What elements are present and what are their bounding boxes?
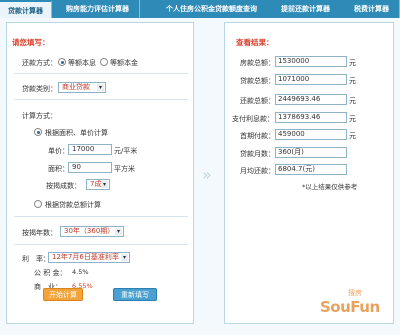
calc-option-1-label: 根据面积、单价计算 bbox=[45, 129, 108, 137]
watermark-main: SouFun bbox=[320, 298, 380, 316]
years-select[interactable]: 30年（360期） ▾ bbox=[60, 226, 124, 237]
result-interest: 1378693.46 bbox=[275, 112, 347, 123]
down-ratio-value: 7成 bbox=[90, 180, 102, 188]
result-down-payment: 459000 bbox=[275, 129, 347, 140]
loan-type-label: 贷款类别： bbox=[22, 85, 57, 93]
chevron-down-icon: ▾ bbox=[121, 254, 128, 261]
tab-loan-calculator[interactable]: 贷款计算器 bbox=[0, 0, 52, 18]
chevron-down-icon: ▾ bbox=[115, 228, 122, 235]
divider bbox=[14, 99, 188, 100]
chevron-down-icon: ▾ bbox=[101, 181, 108, 188]
result-label-loan-total: 贷款总额： bbox=[240, 77, 275, 85]
fund-rate-label: 公 积 金： bbox=[34, 269, 67, 277]
commercial-rate-value: 6.55% bbox=[72, 282, 93, 290]
result-unit: 元 bbox=[349, 115, 356, 123]
repay-method-label: 还款方式： bbox=[22, 59, 57, 67]
result-loan-total: 1071000 bbox=[275, 74, 347, 85]
result-house-total: 1530000 bbox=[275, 56, 347, 67]
result-note: *以上结果仅供参考 bbox=[302, 183, 358, 191]
result-label-repay-total: 还款总额： bbox=[240, 97, 275, 105]
tab-prepayment-calculator[interactable]: 提前还款计算器 bbox=[264, 0, 348, 18]
tab-bar: 贷款计算器 购房能力评估计算器 个人住房公积金贷款额度查询 提前还款计算器 税费… bbox=[0, 0, 400, 18]
chevron-down-icon: ▾ bbox=[97, 84, 104, 91]
input-section-title: 请您填写： bbox=[12, 38, 50, 47]
area-unit: 平方米 bbox=[114, 165, 135, 173]
watermark-sub: 搜房 bbox=[348, 289, 362, 297]
result-repay-total: 2449693.46 bbox=[275, 94, 347, 105]
rate-value: 12年7月6日基准利率 bbox=[52, 253, 119, 261]
loan-type-select[interactable]: 商业贷款 ▾ bbox=[58, 82, 106, 93]
result-label-months: 贷款月数： bbox=[240, 150, 275, 158]
result-label-monthly-payment: 月均还款： bbox=[240, 167, 275, 175]
area-input[interactable]: 90 bbox=[68, 162, 112, 173]
loan-type-value: 商业贷款 bbox=[62, 83, 90, 91]
years-value: 30年（360期） bbox=[64, 227, 115, 235]
result-label-down-payment: 首期付款： bbox=[240, 132, 275, 140]
result-label-interest: 支付利息款： bbox=[232, 115, 274, 123]
soufun-watermark-logo: 搜房 SouFun bbox=[320, 289, 380, 316]
rate-select[interactable]: 12年7月6日基准利率 ▾ bbox=[48, 252, 130, 263]
tab-affordability-calculator[interactable]: 购房能力评估计算器 bbox=[56, 0, 140, 18]
rate-label: 利 率： bbox=[22, 255, 50, 263]
repay-equal-principal-interest-radio[interactable] bbox=[58, 58, 66, 66]
down-ratio-label: 按揭成数： bbox=[46, 182, 81, 190]
result-unit: 元 bbox=[349, 132, 356, 140]
result-unit: 元 bbox=[349, 59, 356, 67]
result-unit: 元 bbox=[349, 97, 356, 105]
years-label: 按揭年数： bbox=[22, 229, 57, 237]
reset-button[interactable]: 重新填写 bbox=[113, 288, 157, 301]
result-months: 360(月) bbox=[275, 147, 347, 158]
down-ratio-select[interactable]: 7成 ▾ bbox=[86, 179, 110, 190]
calc-by-area-price-radio[interactable] bbox=[34, 128, 42, 136]
result-unit: 元 bbox=[349, 77, 356, 85]
unit-price-unit: 元/平米 bbox=[114, 147, 138, 155]
divider bbox=[14, 73, 188, 74]
tab-provident-fund-query[interactable]: 个人住房公积金贷款额度查询 bbox=[142, 0, 282, 18]
calc-method-label: 计算方式： bbox=[22, 112, 57, 120]
tab-tax-calculator[interactable]: 税费计算器 bbox=[344, 0, 400, 18]
unit-price-label: 单价： bbox=[48, 147, 69, 155]
fund-rate-value: 4.5% bbox=[72, 268, 89, 276]
repay-option-1-label: 等额本息 bbox=[68, 59, 96, 67]
calc-by-loan-total-radio[interactable] bbox=[34, 200, 42, 208]
repay-equal-principal-radio[interactable] bbox=[100, 58, 108, 66]
calc-option-2-label: 根据贷款总额计算 bbox=[45, 201, 101, 209]
unit-price-input[interactable]: 17000 bbox=[68, 144, 112, 155]
chevron-right-icon: » bbox=[202, 165, 212, 184]
area-label: 面积： bbox=[48, 165, 69, 173]
result-monthly-payment: 6804.7(元) bbox=[275, 164, 347, 175]
result-section-title: 查看结果： bbox=[236, 38, 274, 47]
divider bbox=[14, 216, 188, 217]
repay-option-2-label: 等额本金 bbox=[110, 59, 138, 67]
result-label-house-total: 房款总额： bbox=[240, 59, 275, 67]
divider bbox=[14, 244, 188, 245]
